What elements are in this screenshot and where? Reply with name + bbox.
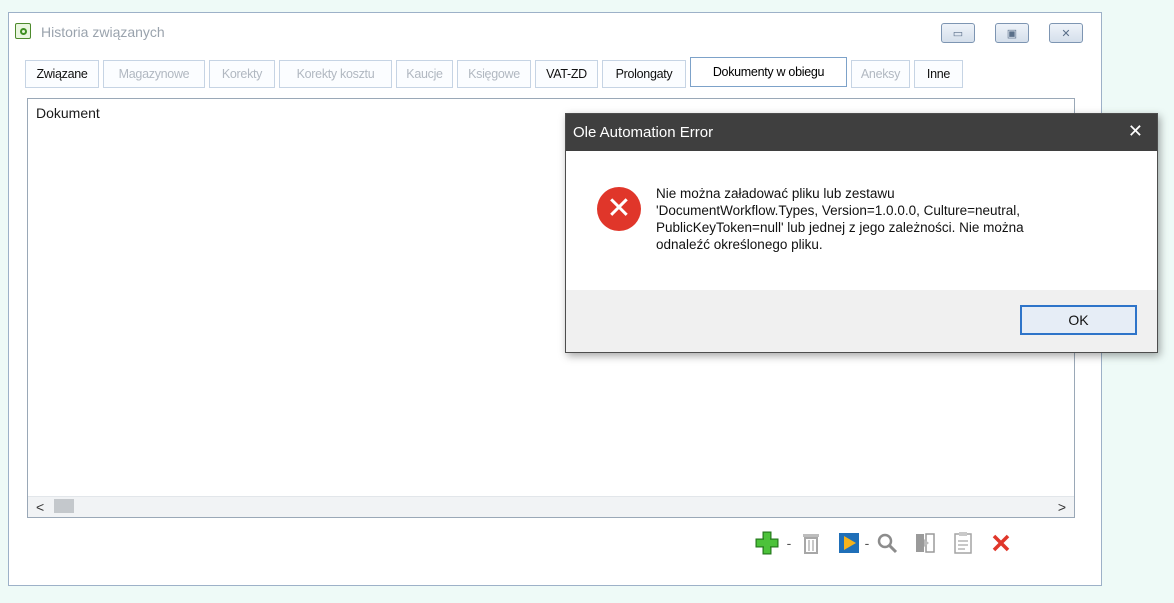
- maximize-button[interactable]: ▣: [995, 23, 1029, 43]
- trash-button[interactable]: [797, 529, 825, 557]
- scroll-left-icon[interactable]: <: [36, 499, 44, 515]
- dialog-title: Ole Automation Error: [573, 124, 714, 141]
- add-icon: [755, 531, 779, 555]
- tab-dokumenty-w-obiegu[interactable]: Dokumenty w obiegu: [690, 57, 847, 87]
- bottom-toolbar: - -: [753, 525, 1073, 561]
- open-button[interactable]: [835, 529, 863, 557]
- tab-korekty-kosztu[interactable]: Korekty kosztu: [279, 60, 392, 88]
- delete-icon: [992, 534, 1010, 552]
- dialog-message: Nie można załadować pliku lub zestawu 'D…: [656, 186, 1024, 252]
- transfer-button[interactable]: [911, 529, 939, 557]
- play-icon: [839, 533, 859, 553]
- transfer-icon: [916, 533, 935, 553]
- maximize-icon: ▣: [1006, 27, 1018, 40]
- clipboard-button[interactable]: [949, 529, 977, 557]
- horizontal-scrollbar[interactable]: < >: [28, 496, 1074, 517]
- delete-button[interactable]: [987, 529, 1015, 557]
- window-title: Historia związanych: [41, 24, 165, 40]
- dialog-footer: OK: [566, 290, 1157, 352]
- close-window-button[interactable]: ✕: [1049, 23, 1083, 43]
- dialog-close-icon[interactable]: ✕: [1128, 121, 1143, 142]
- tab-korekty[interactable]: Korekty: [209, 60, 275, 88]
- dialog-titlebar[interactable]: Ole Automation Error ✕: [566, 114, 1157, 151]
- ok-button[interactable]: OK: [1020, 305, 1137, 335]
- tab-vat-zd[interactable]: VAT-ZD: [535, 60, 598, 88]
- add-dropdown-separator[interactable]: -: [785, 535, 793, 551]
- tab-kaucje[interactable]: Kaucje: [396, 60, 453, 88]
- scroll-right-icon[interactable]: >: [1058, 499, 1066, 515]
- window-titlebar[interactable]: Historia związanych ▭ ▣ ✕: [9, 13, 1101, 55]
- tab-prolongaty[interactable]: Prolongaty: [602, 60, 686, 88]
- search-button[interactable]: [873, 529, 901, 557]
- app-icon: [15, 23, 31, 39]
- tab-inne[interactable]: Inne: [914, 60, 963, 88]
- minimize-icon: ▭: [952, 27, 964, 40]
- column-header-dokument[interactable]: Dokument: [36, 105, 100, 121]
- clipboard-icon: [954, 532, 972, 554]
- add-button[interactable]: [753, 529, 781, 557]
- tab-magazynowe[interactable]: Magazynowe: [103, 60, 205, 88]
- tab-aneksy[interactable]: Aneksy: [851, 60, 910, 88]
- open-dropdown-separator[interactable]: -: [863, 535, 871, 551]
- error-icon: ✕: [597, 187, 641, 231]
- minimize-button[interactable]: ▭: [941, 23, 975, 43]
- trash-icon: [803, 534, 819, 554]
- close-icon: ✕: [1061, 27, 1071, 40]
- search-icon: [877, 533, 898, 554]
- ole-error-dialog: Ole Automation Error ✕ ✕ Nie można załad…: [565, 113, 1158, 353]
- scroll-thumb[interactable]: [54, 499, 74, 513]
- tab-ksiegowe[interactable]: Księgowe: [457, 60, 531, 88]
- tab-zwiazane[interactable]: Związane: [25, 60, 99, 88]
